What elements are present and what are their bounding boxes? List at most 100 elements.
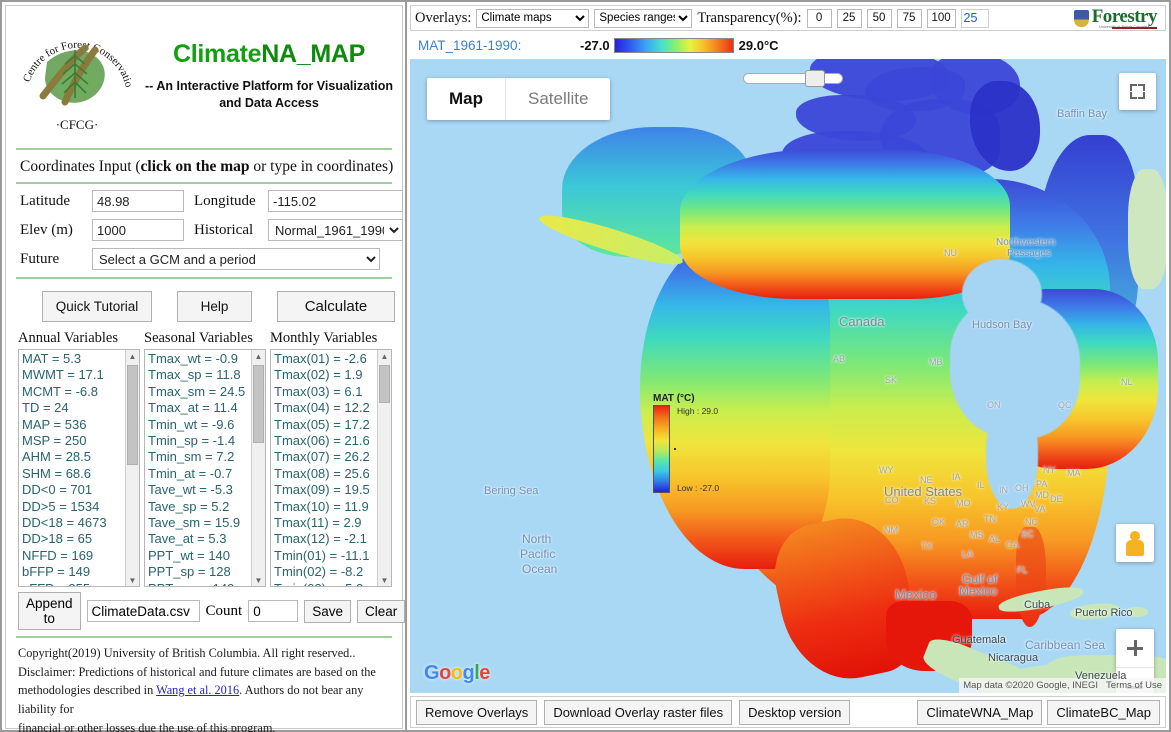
variable-item[interactable]: Tmax_sp = 11.8 xyxy=(145,367,265,383)
map-type-map-button[interactable]: Map xyxy=(427,78,505,120)
seasonal-variables-list[interactable]: Tmax_wt = -0.9Tmax_sp = 11.8Tmax_sm = 24… xyxy=(144,349,266,587)
seasonal-scroll-thumb[interactable] xyxy=(253,365,264,443)
seasonal-scroll-down-icon[interactable]: ▼ xyxy=(252,574,265,587)
annual-variables-list[interactable]: MAT = 5.3MWMT = 17.1MCMT = -6.8TD = 24MA… xyxy=(18,349,140,587)
quick-tutorial-button[interactable]: Quick Tutorial xyxy=(42,291,152,322)
zoom-in-button[interactable] xyxy=(1116,629,1154,667)
wang-reference-link[interactable]: Wang et al. 2016 xyxy=(156,683,239,697)
longitude-input[interactable] xyxy=(268,190,403,212)
transparency-25-button[interactable]: 25 xyxy=(837,9,862,28)
variable-item[interactable]: Tmax(11) = 2.9 xyxy=(271,515,391,531)
map-type-control[interactable]: Map Satellite xyxy=(427,78,610,120)
elevation-input[interactable] xyxy=(92,219,184,241)
variable-item[interactable]: Tmax(09) = 19.5 xyxy=(271,482,391,498)
transparency-50-button[interactable]: 50 xyxy=(867,9,892,28)
variable-item[interactable]: MCMT = -6.8 xyxy=(19,384,139,400)
transparency-75-button[interactable]: 75 xyxy=(897,9,922,28)
variable-item[interactable]: Tmin_sp = -1.4 xyxy=(145,433,265,449)
help-button[interactable]: Help xyxy=(177,291,252,322)
variable-item[interactable]: Tmax(04) = 12.2 xyxy=(271,400,391,416)
fullscreen-icon[interactable] xyxy=(1119,73,1156,110)
annual-scroll-thumb[interactable] xyxy=(127,365,138,465)
google-map-canvas[interactable]: Map Satellite MAT (°C) High : 29.0 xyxy=(410,59,1166,693)
ubc-forestry-logo: Forestry University of British Columbia xyxy=(1074,8,1161,29)
variable-item[interactable]: Tmax(01) = -2.6 xyxy=(271,351,391,367)
remove-overlays-button[interactable]: Remove Overlays xyxy=(416,700,537,725)
monthly-scroll-up-icon[interactable]: ▲ xyxy=(378,350,391,364)
variable-item[interactable]: bFFP = 149 xyxy=(19,564,139,580)
transparency-slider-track[interactable] xyxy=(743,73,843,84)
variable-item[interactable]: TD = 24 xyxy=(19,400,139,416)
monthly-scroll-thumb[interactable] xyxy=(379,365,390,403)
variable-item[interactable]: DD>18 = 65 xyxy=(19,531,139,547)
download-rasters-button[interactable]: Download Overlay raster files xyxy=(544,700,732,725)
annual-scroll-down-icon[interactable]: ▼ xyxy=(126,574,139,587)
species-ranges-select[interactable]: Species ranges xyxy=(594,9,692,28)
variable-item[interactable]: SHM = 68.6 xyxy=(19,466,139,482)
variable-item[interactable]: MAP = 536 xyxy=(19,417,139,433)
variable-item[interactable]: Tmax(05) = 17.2 xyxy=(271,417,391,433)
clear-button[interactable]: Clear xyxy=(357,600,405,623)
variable-item[interactable]: PPT_wt = 140 xyxy=(145,548,265,564)
variable-item[interactable]: eFFP = 255 xyxy=(19,581,139,587)
seasonal-scrollbar[interactable]: ▲ ▼ xyxy=(251,350,265,587)
annual-scrollbar[interactable]: ▲ ▼ xyxy=(125,350,139,587)
variable-item[interactable]: Tmin_at = -0.7 xyxy=(145,466,265,482)
transparency-100-button[interactable]: 100 xyxy=(927,9,956,28)
transparency-0-button[interactable]: 0 xyxy=(807,9,832,28)
variable-item[interactable]: DD<0 = 701 xyxy=(19,482,139,498)
append-to-button[interactable]: Append to xyxy=(18,592,81,630)
variable-item[interactable]: Tmax_sm = 24.5 xyxy=(145,384,265,400)
variable-item[interactable]: Tmax(02) = 1.9 xyxy=(271,367,391,383)
variable-item[interactable]: Tave_wt = -5.3 xyxy=(145,482,265,498)
seasonal-variables-header: Seasonal Variables xyxy=(144,330,266,349)
variable-item[interactable]: AHM = 28.5 xyxy=(19,449,139,465)
variable-item[interactable]: Tave_at = 5.3 xyxy=(145,531,265,547)
variable-item[interactable]: MWMT = 17.1 xyxy=(19,367,139,383)
variable-item[interactable]: Tave_sp = 5.2 xyxy=(145,499,265,515)
transparency-slider-thumb[interactable] xyxy=(805,70,825,87)
variable-item[interactable]: PPT_sp = 128 xyxy=(145,564,265,580)
variable-item[interactable]: Tmin(03) = -5.2 xyxy=(271,581,391,587)
annual-scroll-up-icon[interactable]: ▲ xyxy=(126,350,139,364)
variable-item[interactable]: Tmin_sm = 7.2 xyxy=(145,449,265,465)
monthly-scrollbar[interactable]: ▲ ▼ xyxy=(377,350,391,587)
seasonal-scroll-up-icon[interactable]: ▲ xyxy=(252,350,265,364)
desktop-version-button[interactable]: Desktop version xyxy=(739,700,850,725)
variable-item[interactable]: PPT_sm = 149 xyxy=(145,581,265,587)
climatewna-map-button[interactable]: ClimateWNA_Map xyxy=(917,700,1042,725)
variable-item[interactable]: Tmax(08) = 25.6 xyxy=(271,466,391,482)
climatebc-map-button[interactable]: ClimateBC_Map xyxy=(1047,700,1160,725)
historical-select[interactable]: Normal_1961_1990 xyxy=(268,219,403,241)
variable-item[interactable]: MSP = 250 xyxy=(19,433,139,449)
variable-item[interactable]: Tmin(02) = -8.2 xyxy=(271,564,391,580)
monthly-variables-list[interactable]: Tmax(01) = -2.6Tmax(02) = 1.9Tmax(03) = … xyxy=(270,349,392,587)
variable-item[interactable]: Tmax(03) = 6.1 xyxy=(271,384,391,400)
transparency-slider[interactable] xyxy=(743,70,843,85)
variable-item[interactable]: Tmax(12) = -2.1 xyxy=(271,531,391,547)
map-type-satellite-button[interactable]: Satellite xyxy=(505,78,610,120)
save-button[interactable]: Save xyxy=(304,600,351,623)
future-gcm-select[interactable]: Select a GCM and a period xyxy=(92,248,380,270)
variable-item[interactable]: Tmax_wt = -0.9 xyxy=(145,351,265,367)
variable-item[interactable]: Tmax(07) = 26.2 xyxy=(271,449,391,465)
variable-item[interactable]: Tave_sm = 15.9 xyxy=(145,515,265,531)
filename-input[interactable] xyxy=(87,600,200,622)
variable-item[interactable]: NFFD = 169 xyxy=(19,548,139,564)
climate-maps-select[interactable]: Climate maps xyxy=(476,9,589,28)
variable-item[interactable]: Tmax_at = 11.4 xyxy=(145,400,265,416)
latitude-input[interactable] xyxy=(92,190,184,212)
variable-item[interactable]: MAT = 5.3 xyxy=(19,351,139,367)
variable-item[interactable]: Tmax(06) = 21.6 xyxy=(271,433,391,449)
calculate-button[interactable]: Calculate xyxy=(277,291,395,322)
transparency-value-input[interactable] xyxy=(961,9,989,28)
terms-of-use-link[interactable]: Terms of Use xyxy=(1106,680,1162,691)
variable-item[interactable]: DD<18 = 4673 xyxy=(19,515,139,531)
monthly-scroll-down-icon[interactable]: ▼ xyxy=(378,574,391,587)
variable-item[interactable]: DD>5 = 1534 xyxy=(19,499,139,515)
variable-item[interactable]: Tmin_wt = -9.6 xyxy=(145,417,265,433)
variable-item[interactable]: Tmax(10) = 11.9 xyxy=(271,499,391,515)
street-view-pegman-icon[interactable] xyxy=(1116,524,1154,562)
count-input[interactable] xyxy=(248,600,298,622)
variable-item[interactable]: Tmin(01) = -11.1 xyxy=(271,548,391,564)
